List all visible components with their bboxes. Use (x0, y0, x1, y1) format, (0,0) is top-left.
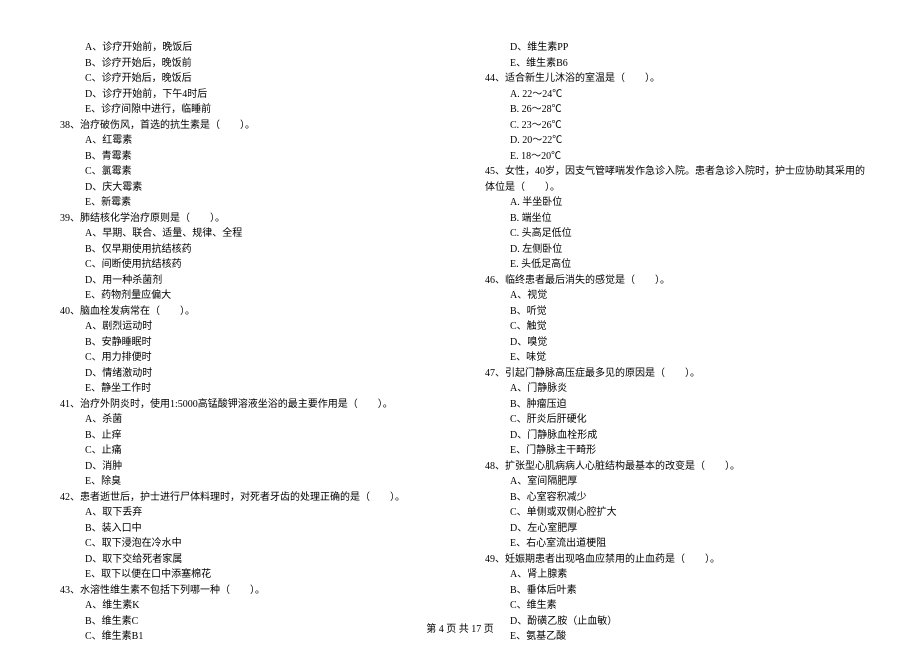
question-39: 39、肺结核化学治疗原则是（ ）。 (50, 211, 445, 227)
option: B、心室容积减少 (475, 490, 870, 506)
option: C、肝炎后肝硬化 (475, 412, 870, 428)
question-45: 45、女性，40岁，因支气管哮喘发作急诊入院。患者急诊入院时，护士应协助其采用的… (475, 164, 870, 195)
option: E、味觉 (475, 350, 870, 366)
option: C、间断使用抗结核药 (50, 257, 445, 273)
option: E、新霉素 (50, 195, 445, 211)
option: B、诊疗开始后，晚饭前 (50, 56, 445, 72)
question-38: 38、治疗破伤风，首选的抗生素是（ ）。 (50, 118, 445, 134)
option: B、装入口中 (50, 521, 445, 537)
option: C、诊疗开始后，晚饭后 (50, 71, 445, 87)
option: A、早期、联合、适量、规律、全程 (50, 226, 445, 242)
option: D、消肿 (50, 459, 445, 475)
option: C. 23～26℃ (475, 118, 870, 134)
option: C、氯霉素 (50, 164, 445, 180)
option: D、左心室肥厚 (475, 521, 870, 537)
option: A、肾上腺素 (475, 567, 870, 583)
option: C、单侧或双侧心腔扩大 (475, 505, 870, 521)
option: D、嗅觉 (475, 335, 870, 351)
option: D、用一种杀菌剂 (50, 273, 445, 289)
option: E、静坐工作时 (50, 381, 445, 397)
option: A、视觉 (475, 288, 870, 304)
left-column: A、诊疗开始前，晚饭后 B、诊疗开始后，晚饭前 C、诊疗开始后，晚饭后 D、诊疗… (50, 40, 445, 610)
option: B、仅早期使用抗结核药 (50, 242, 445, 258)
option: C、止痛 (50, 443, 445, 459)
option: E、门静脉主干畸形 (475, 443, 870, 459)
right-column: D、维生素PP E、维生素B6 44、适合新生儿沐浴的室温是（ ）。 A. 22… (475, 40, 870, 610)
option: B、垂体后叶素 (475, 583, 870, 599)
option: B. 端坐位 (475, 211, 870, 227)
option: D、庆大霉素 (50, 180, 445, 196)
option: E、药物剂量应偏大 (50, 288, 445, 304)
option: E、维生素B6 (475, 56, 870, 72)
option: E、右心室流出道梗阻 (475, 536, 870, 552)
option: B、听觉 (475, 304, 870, 320)
question-46: 46、临终患者最后消失的感觉是（ ）。 (475, 273, 870, 289)
option: E、除臭 (50, 474, 445, 490)
option: A、室间隔肥厚 (475, 474, 870, 490)
question-42: 42、患者逝世后，护士进行尸体料理时，对死者牙齿的处理正确的是（ ）。 (50, 490, 445, 506)
question-44: 44、适合新生儿沐浴的室温是（ ）。 (475, 71, 870, 87)
option: D. 20～22℃ (475, 133, 870, 149)
question-48: 48、扩张型心肌病病人心脏结构最基本的改变是（ ）。 (475, 459, 870, 475)
option: A. 22～24℃ (475, 87, 870, 103)
option: A、维生素K (50, 598, 445, 614)
option: A、杀菌 (50, 412, 445, 428)
option: E. 18～20℃ (475, 149, 870, 165)
option: D. 左侧卧位 (475, 242, 870, 258)
option: A、红霉素 (50, 133, 445, 149)
option: D、维生素PP (475, 40, 870, 56)
question-49: 49、妊娠期患者出现咯血应禁用的止血药是（ ）。 (475, 552, 870, 568)
page-footer: 第 4 页 共 17 页 (0, 620, 920, 635)
option: C. 头高足低位 (475, 226, 870, 242)
option: D、诊疗开始前，下午4时后 (50, 87, 445, 103)
option: C、取下浸泡在冷水中 (50, 536, 445, 552)
option: B、肿瘤压迫 (475, 397, 870, 413)
option: B、青霉素 (50, 149, 445, 165)
option: E、诊疗间隙中进行，临睡前 (50, 102, 445, 118)
option: B. 26～28℃ (475, 102, 870, 118)
question-43: 43、水溶性维生素不包括下列哪一种（ ）。 (50, 583, 445, 599)
option: D、门静脉血栓形成 (475, 428, 870, 444)
option: A. 半坐卧位 (475, 195, 870, 211)
option: E. 头低足高位 (475, 257, 870, 273)
option: C、触觉 (475, 319, 870, 335)
option: E、取下以便在口中添塞棉花 (50, 567, 445, 583)
option: B、止痒 (50, 428, 445, 444)
question-40: 40、脑血栓发病常在（ ）。 (50, 304, 445, 320)
question-41: 41、治疗外阴炎时，使用1:5000高锰酸钾溶液坐浴的最主要作用是（ ）。 (50, 397, 445, 413)
option: C、维生素 (475, 598, 870, 614)
option: A、诊疗开始前，晚饭后 (50, 40, 445, 56)
option: A、取下丢弃 (50, 505, 445, 521)
option: C、用力排便时 (50, 350, 445, 366)
option: D、取下交给死者家属 (50, 552, 445, 568)
option: A、剧烈运动时 (50, 319, 445, 335)
option: D、情绪激动时 (50, 366, 445, 382)
question-47: 47、引起门静脉高压症最多见的原因是（ ）。 (475, 366, 870, 382)
option: A、门静脉炎 (475, 381, 870, 397)
option: B、安静睡眠时 (50, 335, 445, 351)
